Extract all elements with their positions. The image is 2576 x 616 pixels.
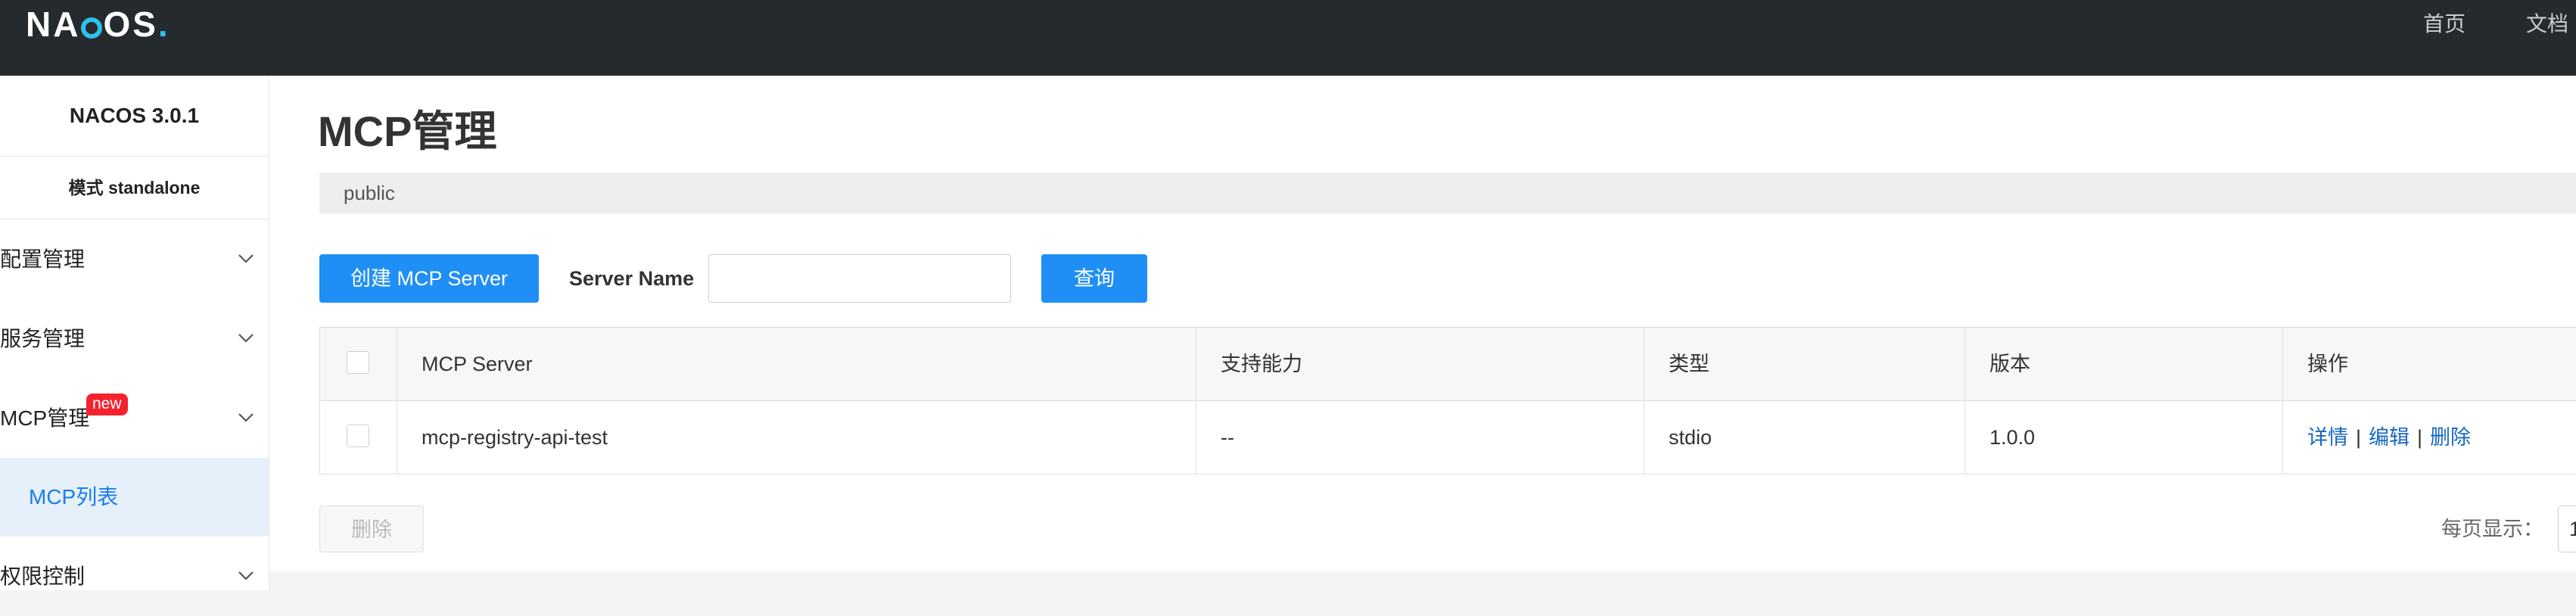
column-header: 支持能力 — [1196, 328, 1644, 400]
sidebar-item-mcp[interactable]: MCP管理 new — [0, 378, 269, 458]
header-checkbox-cell — [320, 328, 397, 400]
detail-link[interactable]: 详情 — [2307, 426, 2348, 449]
table-header-row: MCP Server 支持能力 类型 版本 操作 — [320, 328, 2576, 401]
page-title: MCP管理 — [318, 107, 497, 155]
column-header: MCP Server — [397, 328, 1196, 400]
delete-link[interactable]: 删除 — [2430, 426, 2471, 449]
logo-text-part1: NA — [26, 5, 81, 44]
main-content: MCP管理 public 创建 MCP Server Server Name 查… — [269, 76, 2576, 571]
capability-cell: -- — [1196, 401, 1644, 474]
server-name-input[interactable] — [708, 254, 1011, 303]
sidebar-item-label: MCP管理 — [0, 406, 90, 430]
chevron-down-icon — [237, 250, 255, 268]
column-header: 类型 — [1644, 328, 1965, 400]
version-label: NACOS 3.0.1 — [0, 76, 269, 157]
row-checkbox-cell — [320, 401, 397, 474]
table-row: mcp-registry-api-test -- stdio 1.0.0 详情 |… — [320, 401, 2576, 474]
sidebar-item-label: 配置管理 — [0, 247, 86, 271]
sidebar-item-service[interactable]: 服务管理 — [0, 299, 269, 378]
per-page-label: 每页显示： — [2441, 518, 2543, 540]
chevron-down-icon — [237, 409, 255, 427]
row-checkbox[interactable] — [347, 425, 369, 447]
nav-home[interactable]: 首页 — [2423, 9, 2466, 39]
sidebar-item-label: 服务管理 — [0, 327, 86, 350]
type-cell: stdio — [1644, 401, 1965, 474]
select-all-checkbox[interactable] — [347, 351, 369, 374]
page-size-select[interactable]: 1 — [2558, 506, 2576, 552]
edit-link[interactable]: 编辑 — [2369, 426, 2410, 449]
sidebar: NACOS 3.0.1 模式 standalone 配置管理 服务管理 MCP管… — [0, 76, 269, 590]
action-separator: | — [2356, 426, 2362, 449]
batch-delete-button[interactable]: 删除 — [319, 506, 424, 552]
mode-label: 模式 standalone — [0, 157, 269, 219]
server-name-cell: mcp-registry-api-test — [397, 401, 1196, 474]
action-separator: | — [2417, 426, 2423, 449]
sidebar-item-auth[interactable]: 权限控制 — [0, 537, 269, 616]
sidebar-item-config[interactable]: 配置管理 — [0, 219, 269, 299]
logo-text-part2: OS — [103, 5, 158, 44]
nacos-logo[interactable]: NA OS. — [26, 3, 170, 45]
logo-dot: . — [157, 5, 170, 44]
chevron-down-icon — [237, 329, 255, 347]
sidebar-item-mcp-list[interactable]: MCP列表 — [0, 458, 269, 537]
create-mcp-server-button[interactable]: 创建 MCP Server — [319, 254, 539, 303]
top-bar: NAOS. 首页 文档 博客 — [0, 0, 2576, 76]
version-cell: 1.0.0 — [1965, 401, 2283, 474]
server-name-label: Server Name — [569, 267, 695, 290]
mcp-server-table: MCP Server 支持能力 类型 版本 操作 mcp-registry-ap… — [319, 327, 2576, 474]
namespace-public[interactable]: public — [344, 182, 395, 204]
column-header: 操作 — [2307, 353, 2348, 375]
logo-ring-icon — [81, 17, 103, 39]
chevron-down-icon — [237, 567, 255, 585]
column-header: 版本 — [1965, 328, 2283, 400]
actions-cell: 详情 | 编辑 | 删除 — [2283, 401, 2576, 474]
nav-docs[interactable]: 文档 — [2526, 9, 2568, 39]
sidebar-item-label: 权限控制 — [0, 565, 86, 588]
query-button[interactable]: 查询 — [1041, 254, 1147, 303]
new-badge: new — [86, 394, 128, 415]
namespace-bar: public — [319, 173, 2576, 213]
